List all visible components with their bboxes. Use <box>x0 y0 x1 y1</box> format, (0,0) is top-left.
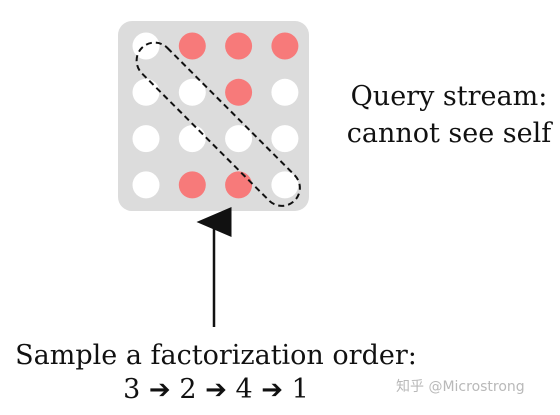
matrix-cell-visible-r3-c4 <box>271 125 299 153</box>
factorization-order-sequence: 3 ➔ 2 ➔ 4 ➔ 1 <box>0 373 432 407</box>
right-arrow-icon: ➔ <box>261 375 284 405</box>
matrix-cell-visible-r2-c2 <box>178 78 206 106</box>
query-stream-line-2: cannot see self <box>346 118 552 149</box>
order-step-1: 3 <box>123 374 141 405</box>
right-arrow-icon: ➔ <box>148 375 171 405</box>
matrix-cell-masked-r1-c2 <box>178 32 206 60</box>
factorization-order-heading: Sample a factorization order: <box>15 340 417 371</box>
order-step-3: 4 <box>235 374 253 405</box>
matrix-cell-masked-r4-c2 <box>178 171 206 199</box>
matrix-cell-masked-r2-c3 <box>225 78 253 106</box>
matrix-cell-visible-r4-c1 <box>132 171 160 199</box>
order-step-2: 2 <box>179 374 197 405</box>
order-step-4: 1 <box>291 374 309 405</box>
factorization-order-label: Sample a factorization order: 3 ➔ 2 ➔ 4 … <box>0 339 432 407</box>
query-stream-line-1: Query stream: <box>350 81 548 112</box>
matrix-cell-visible-r3-c1 <box>132 125 160 153</box>
matrix-cell-masked-r1-c4 <box>271 32 299 60</box>
matrix-cell-masked-r1-c3 <box>225 32 253 60</box>
matrix-cell-visible-r2-c1 <box>132 78 160 106</box>
query-stream-label: Query stream: cannot see self <box>338 78 560 152</box>
matrix-cell-visible-r3-c2 <box>178 125 206 153</box>
watermark-text: 知乎 @Microstrong <box>396 379 525 395</box>
right-arrow-icon: ➔ <box>205 375 227 405</box>
matrix-cell-masked-r4-c3 <box>225 171 253 199</box>
matrix-cell-visible-r2-c4 <box>271 78 299 106</box>
